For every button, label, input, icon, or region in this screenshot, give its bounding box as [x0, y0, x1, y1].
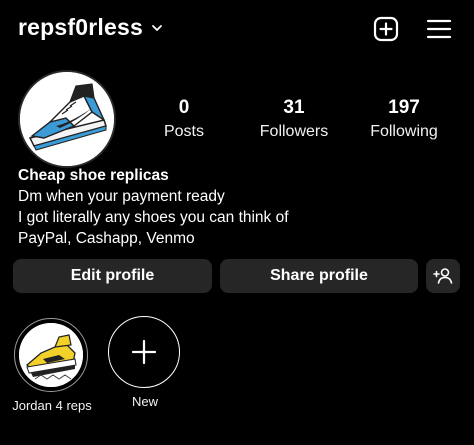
posts-stat[interactable]: 0 Posts	[154, 97, 214, 142]
new-highlight-button[interactable]: New	[108, 316, 182, 409]
plus-icon	[131, 339, 157, 365]
share-profile-button[interactable]: Share profile	[220, 259, 418, 293]
yellow-sneaker-photo	[19, 323, 83, 387]
bio-line: I got literally any shoes you can think …	[18, 209, 289, 226]
highlight-item[interactable]: Jordan 4 reps	[12, 318, 92, 413]
followers-count: 31	[283, 97, 305, 118]
highlight-label: Jordan 4 reps	[12, 398, 92, 413]
profile-name: Cheap shoe replicas	[18, 167, 169, 184]
following-count: 197	[388, 97, 420, 118]
following-label: Following	[370, 123, 438, 140]
profile-bio: Cheap shoe replicas Dm when your payment…	[18, 165, 289, 249]
posts-label: Posts	[163, 123, 204, 140]
highlight-label: New	[131, 394, 158, 409]
edit-profile-button[interactable]: Edit profile	[13, 259, 212, 293]
followers-stat[interactable]: 31 Followers	[254, 97, 334, 142]
bio-line: Dm when your payment ready	[18, 188, 225, 205]
followers-label: Followers	[259, 123, 329, 140]
username: repsf0rless	[18, 14, 143, 40]
posts-count: 0	[178, 97, 190, 118]
sneaker-photo	[20, 72, 114, 166]
create-post-icon[interactable]	[373, 16, 399, 42]
menu-icon[interactable]	[426, 18, 452, 40]
add-person-icon	[433, 268, 453, 284]
chevron-down-icon	[152, 24, 162, 31]
discover-people-button[interactable]	[426, 259, 460, 293]
following-stat[interactable]: 197 Following	[364, 97, 444, 142]
avatar[interactable]	[18, 70, 116, 168]
account-switcher[interactable]: repsf0rless	[18, 14, 163, 41]
bio-line: PayPal, Cashapp, Venmo	[18, 230, 195, 247]
